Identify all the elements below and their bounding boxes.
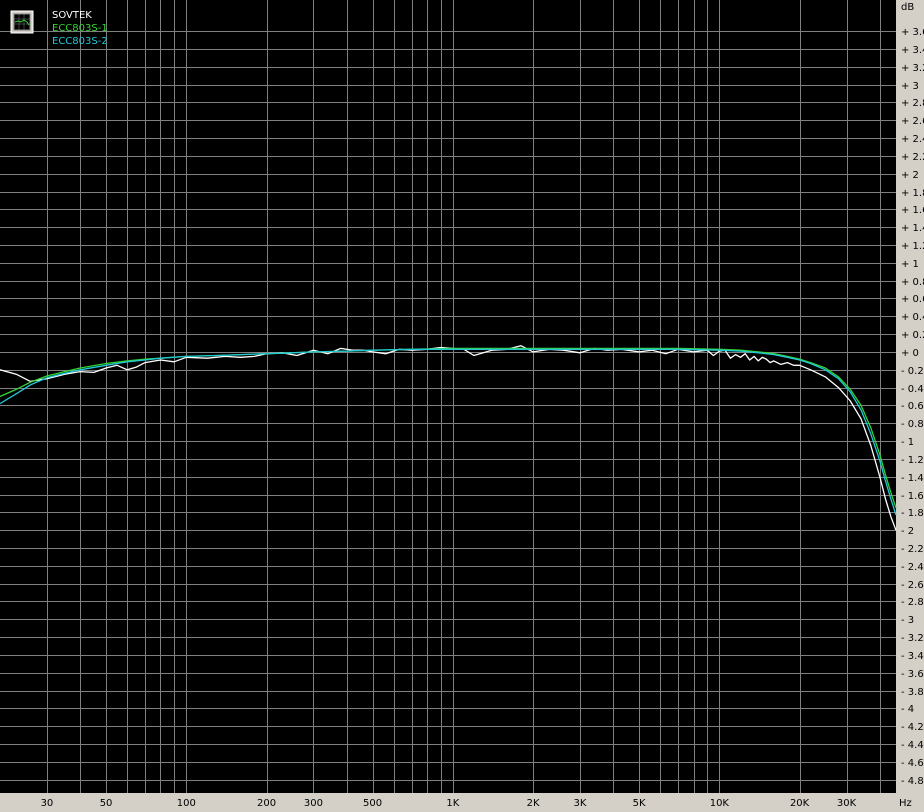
y-tick-label: - 4.2 [901,722,924,733]
y-tick-label: - 2.8 [901,597,924,608]
y-tick-label: - 1 [901,437,914,448]
chart-thumbnail-icon [10,10,34,34]
y-tick-label: - 2 [901,526,914,537]
x-tick-label: 300 [304,798,323,809]
y-tick-label: - 1.4 [901,473,924,484]
y-tick-label: - 0.8 [901,419,924,430]
y-tick-label: - 3.8 [901,687,924,698]
x-axis: 30 50 100 200 300 500 1K 2K 3K 5K 10K 20K 30K [41,798,857,809]
legend-entry-3: ECC803S-2 [52,36,108,47]
x-tick-label: 10K [710,798,730,809]
y-tick-label: + 3.2 [901,63,924,74]
y-tick-label: - 0.2 [901,366,924,377]
y-tick-label: - 3 [901,615,914,626]
x-tick-label: 5K [633,798,646,809]
y-tick-label: - 3.4 [901,651,924,662]
y-tick-label: + 0 [901,348,919,359]
y-tick-label: + 1.6 [901,205,924,216]
x-tick-label: 20K [790,798,810,809]
y-tick-label: + 0.2 [901,330,924,341]
y-axis: + 3.6 + 3.4 + 3.2 + 3 + 2.8 + 2.6 + 2.4 + 2.2 + … [901,27,924,787]
x-tick-label: 200 [257,798,276,809]
y-tick-label: + 3.6 [901,27,924,38]
x-tick-label: 30K [837,798,857,809]
legend-entry-1: SOVTEK [52,10,92,21]
y-tick-label: - 1.8 [901,508,924,519]
y-tick-label: - 2.2 [901,544,924,555]
y-tick-label: - 0.6 [901,401,924,412]
y-tick-label: - 2.6 [901,580,924,591]
x-tick-label: 100 [177,798,196,809]
x-tick-label: 1K [446,798,459,809]
x-tick-label: 30 [41,798,54,809]
y-tick-label: + 0.4 [901,312,924,323]
y-tick-label: - 1.2 [901,455,924,466]
x-tick-label: 3K [574,798,587,809]
x-tick-label: 500 [363,798,382,809]
y-tick-label: + 2.4 [901,134,924,145]
x-unit-label: Hz [899,798,912,809]
y-tick-label: + 3 [901,81,919,92]
plot-area [0,0,896,793]
y-tick-label: - 4 [901,704,914,715]
y-tick-label: + 2.2 [901,152,924,163]
y-tick-label: - 4.8 [901,776,924,787]
y-tick-label: - 0.4 [901,384,924,395]
y-tick-label: + 1.4 [901,223,924,234]
frequency-response-chart: + 3.6 + 3.4 + 3.2 + 3 + 2.8 + 2.6 + 2.4 + 2.2 + … [0,0,924,809]
y-tick-label: + 0.6 [901,294,924,305]
legend-entry-2: ECC803S-1 [52,23,108,34]
x-tick-label: 50 [100,798,113,809]
y-tick-label: + 1 [901,259,919,270]
y-tick-label: - 4.4 [901,740,924,751]
y-tick-label: + 0.8 [901,277,924,288]
y-tick-label: + 2.8 [901,98,924,109]
y-tick-label: + 1.2 [901,241,924,252]
y-tick-label: + 1.8 [901,188,924,199]
y-tick-label: - 1.6 [901,491,924,502]
y-tick-label: + 2 [901,170,919,181]
y-tick-label: - 4.6 [901,758,924,769]
y-tick-label: + 2.6 [901,116,924,127]
x-tick-label: 2K [527,798,540,809]
y-tick-label: + 3.4 [901,45,924,56]
y-tick-label: - 3.6 [901,669,924,680]
y-tick-label: - 3.2 [901,633,924,644]
y-unit-label: dB [901,2,914,13]
y-tick-label: - 2.4 [901,562,924,573]
